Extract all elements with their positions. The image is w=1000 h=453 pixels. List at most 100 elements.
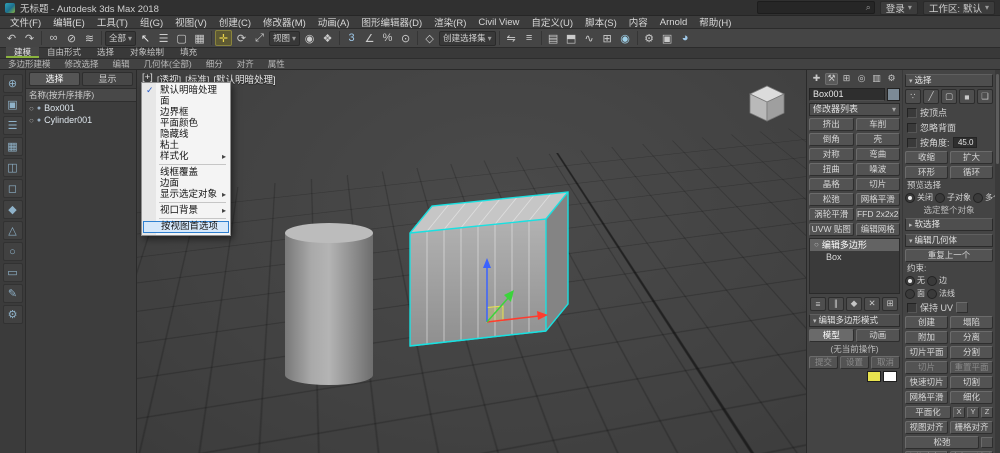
- modifier-button[interactable]: 涡轮平滑: [809, 208, 854, 221]
- modifier-button[interactable]: 扭曲: [809, 163, 854, 176]
- explorer-lights-filter-icon[interactable]: △: [3, 221, 23, 240]
- planar-axis-button[interactable]: X: [953, 407, 965, 418]
- make-unique-icon[interactable]: ◆: [846, 297, 862, 311]
- ribbon-tab[interactable]: 填充: [172, 47, 205, 58]
- explorer-pick-icon[interactable]: ⊕: [3, 74, 23, 93]
- menubar-item[interactable]: 组(G): [134, 15, 169, 29]
- rollout-edit-poly-mode[interactable]: 编辑多边形模式: [809, 314, 900, 327]
- ribbon-tab[interactable]: 选择: [89, 47, 122, 58]
- context-menu-item[interactable]: 边面: [143, 178, 229, 189]
- reference-coordinate-dropdown[interactable]: 视图: [269, 31, 300, 46]
- curve-editor-icon[interactable]: ∿: [581, 30, 598, 46]
- selection-filter-dropdown[interactable]: 全部: [105, 31, 136, 46]
- modifier-button[interactable]: 倒角: [809, 133, 854, 146]
- explorer-display-icon[interactable]: ▣: [3, 95, 23, 114]
- modifier-button[interactable]: 切片: [856, 178, 901, 191]
- object-visibility-icon[interactable]: ○: [29, 116, 34, 125]
- align-icon[interactable]: ≡: [521, 30, 538, 46]
- relax-button[interactable]: 松弛: [905, 436, 979, 449]
- workspace-dropdown[interactable]: 工作区: 默认: [923, 1, 995, 15]
- ring-button[interactable]: 环形: [905, 166, 948, 179]
- modifier-button[interactable]: 网格平滑: [856, 193, 901, 206]
- menubar-item[interactable]: 文件(F): [4, 15, 47, 29]
- preserve-uvs-settings-button[interactable]: [956, 302, 968, 313]
- context-menu-item[interactable]: 按视图首选项: [143, 221, 229, 233]
- modifier-button[interactable]: 晶格: [809, 178, 854, 191]
- grid-align-button[interactable]: 栅格对齐: [950, 421, 993, 434]
- configure-modifier-sets-icon[interactable]: ⊞: [882, 297, 898, 311]
- preview-radio[interactable]: 关闭: [905, 192, 933, 203]
- pin-stack-icon[interactable]: ≡: [810, 297, 826, 311]
- rollout-edit-geometry[interactable]: 编辑几何体: [905, 234, 993, 247]
- modifier-button[interactable]: FFD 2x2x2: [856, 208, 901, 221]
- modifier-button[interactable]: 噪波: [856, 163, 901, 176]
- explorer-geometry-filter-icon[interactable]: ◻: [3, 179, 23, 198]
- motion-tab-icon[interactable]: ◎: [855, 73, 868, 85]
- constraint-radio[interactable]: 法线: [927, 288, 955, 299]
- selection-region-icon[interactable]: ▢: [173, 30, 190, 46]
- polygon-subobject-icon[interactable]: ■: [959, 89, 975, 104]
- object-color-swatch[interactable]: [887, 88, 900, 101]
- menubar-item[interactable]: Civil View: [472, 17, 525, 28]
- context-menu-item[interactable]: 隐藏线: [143, 129, 229, 140]
- edit-geometry-button[interactable]: 分离: [950, 331, 993, 344]
- mode-action-button[interactable]: 设置: [840, 356, 869, 369]
- explorer-row[interactable]: ○●Cylinder001: [26, 114, 136, 126]
- named-selection-set-dropdown[interactable]: 创建选择集: [439, 31, 496, 46]
- context-menu-item[interactable]: 线框覆盖: [143, 167, 229, 178]
- rollout-selection[interactable]: 选择: [905, 74, 993, 87]
- planar-axis-button[interactable]: Z: [981, 407, 993, 418]
- modifier-button[interactable]: 对称: [809, 148, 854, 161]
- modifier-button[interactable]: 松弛: [809, 193, 854, 206]
- panel-scrollbar[interactable]: [995, 70, 1000, 453]
- explorer-list-icon[interactable]: ☰: [3, 116, 23, 135]
- vertex-subobject-icon[interactable]: ∵: [905, 89, 921, 104]
- modifier-button[interactable]: 弯曲: [856, 148, 901, 161]
- modifier-button[interactable]: 编辑网格: [856, 223, 901, 236]
- modify-tab-icon[interactable]: ⚒: [825, 73, 838, 85]
- select-object-icon[interactable]: ↖: [137, 30, 154, 46]
- frame-color-2-swatch[interactable]: [883, 371, 897, 382]
- explorer-helpers-filter-icon[interactable]: ▭: [3, 263, 23, 282]
- edit-geometry-button[interactable]: 切割: [950, 376, 993, 389]
- window-crossing-icon[interactable]: ▦: [191, 30, 208, 46]
- context-menu-item[interactable]: 边界框: [143, 107, 229, 118]
- edit-geometry-button[interactable]: 切片: [905, 361, 948, 374]
- show-end-result-icon[interactable]: ∥: [828, 297, 844, 311]
- edit-geometry-button[interactable]: 快速切片: [905, 376, 948, 389]
- edit-geometry-button[interactable]: 附加: [905, 331, 948, 344]
- context-menu-item[interactable]: 粘土: [143, 140, 229, 151]
- explorer-columns-icon[interactable]: ◫: [3, 158, 23, 177]
- snap-toggle-icon[interactable]: 3: [343, 30, 360, 46]
- modifier-list-dropdown[interactable]: 修改器列表: [809, 103, 900, 116]
- menubar-item[interactable]: 帮助(H): [693, 15, 737, 29]
- render-production-icon[interactable]: ◕: [677, 30, 694, 46]
- constraint-radio[interactable]: 面: [905, 288, 925, 299]
- redo-icon[interactable]: ↷: [21, 30, 38, 46]
- menubar-item[interactable]: 渲染(R): [428, 15, 472, 29]
- menubar-item[interactable]: 脚本(S): [579, 15, 623, 29]
- ribbon-tab[interactable]: 建模: [6, 47, 39, 58]
- edge-subobject-icon[interactable]: ╱: [923, 89, 939, 104]
- viewport[interactable]: [+][透视][标准][默认明暗处理] 默认明暗处理面边界框平面颜色隐藏线粘土样…: [137, 70, 806, 453]
- select-and-manipulate-icon[interactable]: ❖: [319, 30, 336, 46]
- render-setup-icon[interactable]: ⚙: [641, 30, 658, 46]
- constraint-radio[interactable]: 边: [927, 275, 947, 286]
- percent-snap-icon[interactable]: %: [379, 30, 396, 46]
- shrink-button[interactable]: 收缩: [905, 151, 948, 164]
- modifier-button[interactable]: 车削: [856, 118, 901, 131]
- preserve-uvs-checkbox[interactable]: 保持 UV: [907, 301, 991, 314]
- explorer-row[interactable]: ○●Box001: [26, 102, 136, 114]
- angle-value-field[interactable]: 45.0: [953, 137, 977, 148]
- search-input[interactable]: [757, 1, 875, 14]
- unlink-selection-icon[interactable]: ⊘: [63, 30, 80, 46]
- explorer-edit-icon[interactable]: ✎: [3, 284, 23, 303]
- ignore-backfacing-checkbox[interactable]: 忽略背面: [907, 121, 991, 134]
- object-name-field[interactable]: Box001: [809, 88, 885, 101]
- repeat-last-button[interactable]: 重复上一个: [905, 249, 993, 262]
- select-by-name-icon[interactable]: ☰: [155, 30, 172, 46]
- by-angle-checkbox[interactable]: 按角度: 45.0: [907, 136, 991, 149]
- edit-named-selection-icon[interactable]: ◇: [421, 30, 438, 46]
- constraint-radio[interactable]: 无: [905, 275, 925, 286]
- hierarchy-tab-icon[interactable]: ⊞: [840, 73, 853, 85]
